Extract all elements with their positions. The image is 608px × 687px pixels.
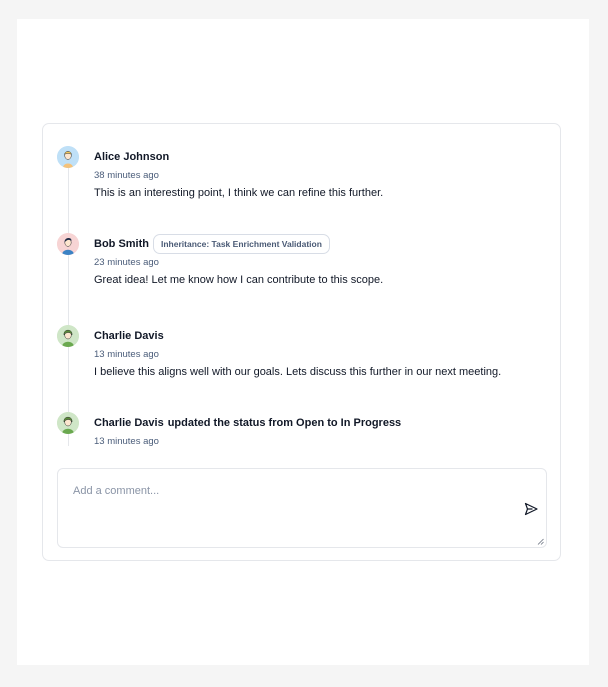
avatar-green-person-icon (57, 325, 79, 347)
comment-time: 23 minutes ago (94, 257, 159, 268)
avatar (57, 412, 79, 434)
timeline-line (68, 146, 69, 446)
comment-text: This is an interesting point, I think we… (94, 187, 384, 199)
activity-card: Alice Johnson 38 minutes ago This is an … (42, 123, 561, 561)
avatar-green-person-icon (57, 412, 79, 434)
avatar-blonde-person-icon (57, 146, 79, 168)
avatar (57, 146, 79, 168)
status-author: Charlie Davis (94, 417, 164, 429)
status-time: 13 minutes ago (94, 436, 159, 447)
comment-author: Alice Johnson (94, 151, 170, 163)
avatar (57, 233, 79, 255)
send-icon (524, 502, 538, 516)
comment-input[interactable] (58, 469, 546, 547)
comment-author: Charlie Davis (94, 330, 164, 342)
avatar (57, 325, 79, 347)
comment-text: I believe this aligns well with our goal… (94, 366, 502, 378)
comment-time: 13 minutes ago (94, 349, 159, 360)
resize-handle-icon[interactable] (537, 538, 544, 545)
comment-text: Great idea! Let me know how I can contri… (94, 274, 384, 286)
avatar-dark-hair-person-icon (57, 233, 79, 255)
comment-time: 38 minutes ago (94, 170, 159, 181)
comment-composer (57, 468, 547, 548)
status-change-text: updated the status from Open to In Progr… (167, 417, 402, 429)
comment-author: Bob Smith (94, 238, 149, 250)
send-button[interactable] (523, 501, 539, 517)
inheritance-tag[interactable]: Inheritance: Task Enrichment Validation (153, 234, 330, 254)
